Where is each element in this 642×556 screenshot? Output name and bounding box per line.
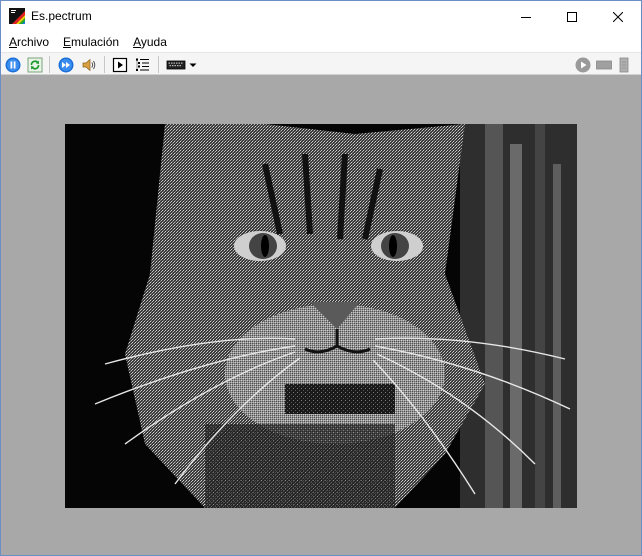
pause-icon	[5, 57, 21, 72]
menu-emulacion[interactable]: Emulación	[63, 35, 119, 49]
keyboard-icon	[166, 60, 186, 69]
emulator-border	[1, 75, 641, 555]
scroll-icon	[619, 57, 629, 72]
keyboard-button[interactable]	[165, 56, 187, 73]
toolbar-separator	[49, 56, 50, 73]
toolbar-separator	[158, 56, 159, 73]
speaker-icon	[82, 58, 96, 71]
keyboard-dropdown[interactable]	[187, 56, 199, 73]
maximize-button[interactable]	[549, 1, 595, 32]
debugger-icon	[136, 58, 149, 71]
toolbar-separator	[104, 56, 105, 73]
refresh-icon	[27, 57, 43, 72]
tape-button[interactable]	[595, 56, 613, 73]
emulator-screen[interactable]	[65, 124, 577, 508]
window-title: Es.pectrum	[31, 9, 92, 23]
step-button[interactable]	[111, 56, 129, 73]
pause-button[interactable]	[4, 56, 22, 73]
toolbar	[1, 52, 641, 75]
sound-button[interactable]	[80, 56, 98, 73]
app-window: Es.pectrum Archivo Emulación Ayuda	[0, 0, 642, 556]
tape-scroll-button[interactable]	[617, 56, 631, 73]
cat-picture	[65, 124, 577, 508]
tape-icon	[596, 60, 612, 69]
close-button[interactable]	[595, 1, 641, 32]
debugger-button[interactable]	[134, 56, 152, 73]
chevron-down-icon	[189, 63, 197, 67]
minimize-icon	[521, 16, 531, 18]
close-icon	[613, 11, 623, 22]
menu-bar: Archivo Emulación Ayuda	[1, 32, 641, 52]
maximize-icon	[567, 11, 577, 22]
reset-button[interactable]	[26, 56, 44, 73]
menu-archivo[interactable]: Archivo	[9, 35, 49, 49]
menu-ayuda[interactable]: Ayuda	[133, 35, 167, 49]
turbo-button[interactable]	[57, 56, 75, 73]
tape-play-button[interactable]	[574, 56, 592, 73]
title-bar[interactable]: Es.pectrum	[1, 1, 641, 32]
minimize-button[interactable]	[503, 1, 549, 32]
step-icon	[112, 57, 128, 72]
play-icon	[575, 57, 591, 72]
app-icon	[9, 8, 25, 24]
fast-forward-icon	[58, 57, 74, 72]
